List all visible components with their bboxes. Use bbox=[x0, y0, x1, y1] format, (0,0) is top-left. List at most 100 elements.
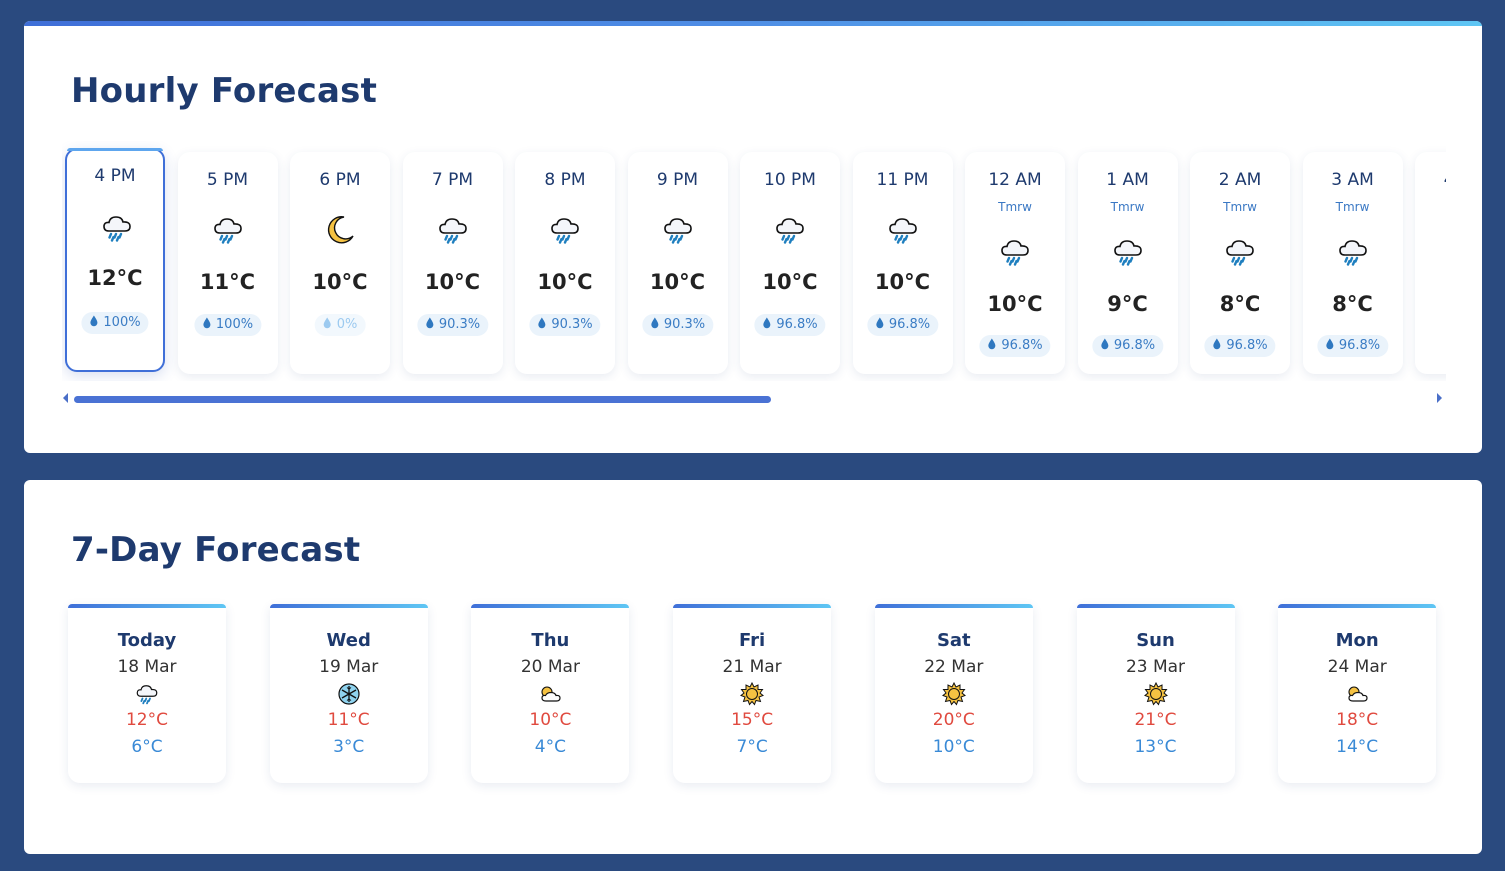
water-drop-icon bbox=[202, 317, 216, 332]
scroll-right-arrow-icon[interactable] bbox=[1437, 393, 1442, 403]
precipitation-value: 100% bbox=[215, 317, 254, 332]
day-date: 22 Mar bbox=[924, 657, 984, 677]
hour-card-current[interactable]: 4 PM 12°C 100% bbox=[65, 148, 165, 372]
daily-forecast-title: 7-Day Forecast bbox=[71, 530, 361, 570]
day-name: Thu bbox=[531, 630, 570, 651]
water-drop-icon bbox=[537, 317, 551, 332]
low-temperature: 13°C bbox=[1134, 737, 1177, 757]
rain-cloud-icon bbox=[549, 214, 581, 246]
rain-cloud-icon bbox=[1112, 236, 1144, 268]
low-temperature: 10°C bbox=[932, 737, 975, 757]
hour-time: 11 PM bbox=[876, 170, 929, 190]
rain-cloud-icon bbox=[437, 214, 469, 246]
hour-time: 5 PM bbox=[206, 170, 249, 190]
day-date: 18 Mar bbox=[117, 657, 177, 677]
day-date: 24 Mar bbox=[1327, 657, 1387, 677]
hour-card[interactable]: 11 PM 10°C 96.8% bbox=[852, 152, 953, 374]
rain-cloud-icon bbox=[662, 214, 694, 246]
precipitation-value: 90.3% bbox=[438, 317, 481, 332]
hour-temperature: 9°C bbox=[1107, 292, 1148, 316]
precipitation-badge: 90.3% bbox=[529, 314, 601, 336]
precipitation-value: 96.8% bbox=[776, 317, 818, 332]
day-name: Wed bbox=[326, 630, 371, 651]
rain-cloud-icon bbox=[999, 236, 1031, 268]
day-card[interactable]: Thu 20 Mar 10°C 4°C bbox=[471, 604, 630, 783]
hour-day-label: Tmrw bbox=[1110, 200, 1145, 214]
day-card[interactable]: Today 18 Mar 12°C 6°C bbox=[68, 604, 226, 783]
hour-temperature: 10°C bbox=[762, 270, 818, 294]
day-date: 19 Mar bbox=[319, 657, 379, 677]
low-temperature: 7°C bbox=[736, 737, 768, 757]
day-name: Mon bbox=[1335, 630, 1379, 651]
sun-icon bbox=[1143, 681, 1168, 706]
day-card[interactable]: Fri 21 Mar 15°C 7°C bbox=[673, 604, 832, 783]
precipitation-value: 96.8% bbox=[1001, 338, 1043, 353]
day-card[interactable]: Wed 19 Mar 11°C 3°C bbox=[269, 604, 428, 783]
hour-card[interactable]: 8 PM 10°C 90.3% bbox=[515, 152, 615, 374]
hour-time: 12 AM bbox=[988, 170, 1042, 190]
hour-card[interactable]: 12 AM Tmrw 10°C 96.8% bbox=[965, 152, 1065, 374]
hour-temperature: 10°C bbox=[874, 270, 931, 294]
day-card[interactable]: Sat 22 Mar 20°C 10°C bbox=[874, 604, 1033, 783]
day-name: Fri bbox=[738, 630, 766, 651]
hour-card[interactable]: 1 AM Tmrw 9°C 96.8% bbox=[1077, 152, 1178, 374]
horizontal-scrollbar-thumb[interactable] bbox=[74, 396, 771, 403]
day-name: Sat bbox=[936, 630, 971, 651]
precipitation-badge: 96.8% bbox=[979, 335, 1051, 357]
hour-time: 4 PM bbox=[94, 166, 136, 186]
hour-card[interactable]: 2 AM Tmrw 8°C 96.8% bbox=[1190, 152, 1290, 374]
scroll-left-arrow-icon[interactable] bbox=[63, 393, 68, 403]
hour-temperature: 12°C bbox=[87, 266, 143, 290]
hourly-scroll-area[interactable]: 4 PM 12°C 100% 5 PM 11°C 100% 6 PM 10°C 0% 7 P… bbox=[62, 141, 1446, 381]
low-temperature: 3°C bbox=[333, 737, 365, 757]
rain-cloud-icon bbox=[887, 214, 919, 246]
hour-card[interactable]: 6 PM 10°C 0% bbox=[290, 152, 390, 374]
hour-temperature: 10°C bbox=[537, 270, 593, 294]
hour-day-label: Tmrw bbox=[998, 200, 1032, 214]
hour-temperature: 10°C bbox=[649, 270, 706, 294]
precipitation-value: 96.8% bbox=[1113, 338, 1156, 353]
rain-cloud-icon bbox=[774, 214, 806, 246]
hour-time: 10 PM bbox=[764, 170, 816, 190]
partly-cloudy-icon bbox=[538, 682, 562, 706]
hour-day-label: Tmrw bbox=[1415, 200, 1446, 214]
day-card[interactable]: Mon 24 Mar 18°C 14°C bbox=[1278, 604, 1437, 783]
precipitation-value: 96.8% bbox=[1338, 338, 1381, 353]
hour-card[interactable]: 3 AM Tmrw 8°C 96.8% bbox=[1302, 152, 1403, 374]
day-date: 23 Mar bbox=[1125, 657, 1186, 677]
day-card[interactable]: Sun 23 Mar 21°C 13°C bbox=[1076, 604, 1235, 783]
water-drop-icon bbox=[762, 317, 776, 332]
hour-day-label: Tmrw bbox=[1335, 200, 1370, 214]
precipitation-badge: 100% bbox=[81, 312, 149, 334]
water-drop-icon bbox=[323, 317, 337, 332]
sun-icon bbox=[941, 681, 966, 706]
hour-time: 1 AM bbox=[1106, 170, 1149, 190]
hour-day-label: Tmrw bbox=[1223, 200, 1257, 214]
hour-card[interactable]: 9 PM 10°C 90.3% bbox=[627, 152, 728, 374]
hour-time: 6 PM bbox=[319, 170, 361, 190]
precipitation-badge: 96.8% bbox=[866, 314, 939, 336]
precipitation-value: 100% bbox=[103, 315, 141, 330]
hour-temperature: 11°C bbox=[199, 270, 256, 294]
hour-card[interactable]: 7 PM 10°C 90.3% bbox=[402, 152, 503, 374]
crescent-moon-icon bbox=[324, 214, 356, 246]
high-temperature: 12°C bbox=[125, 710, 168, 730]
low-temperature: 4°C bbox=[534, 737, 566, 757]
precipitation-badge: 90.3% bbox=[416, 314, 489, 336]
hour-card[interactable]: 4 AM Tmrw bbox=[1415, 152, 1446, 374]
hour-time: 9 PM bbox=[656, 170, 699, 190]
partly-cloudy-icon bbox=[1345, 682, 1369, 706]
rain-cloud-icon bbox=[1337, 236, 1369, 268]
snowflake-icon bbox=[337, 682, 361, 706]
precipitation-badge: 96.8% bbox=[754, 314, 826, 336]
precipitation-value: 0% bbox=[336, 317, 358, 332]
hour-temperature: 8°C bbox=[1332, 292, 1373, 316]
high-temperature: 21°C bbox=[1134, 710, 1177, 730]
precipitation-badge: 100% bbox=[193, 314, 262, 336]
low-temperature: 6°C bbox=[131, 737, 163, 757]
precipitation-value: 90.3% bbox=[663, 317, 706, 332]
hour-time: 8 PM bbox=[544, 170, 586, 190]
hour-card[interactable]: 10 PM 10°C 96.8% bbox=[740, 152, 840, 374]
hour-card[interactable]: 5 PM 11°C 100% bbox=[177, 152, 278, 374]
hour-temperature: 8°C bbox=[1219, 292, 1261, 316]
